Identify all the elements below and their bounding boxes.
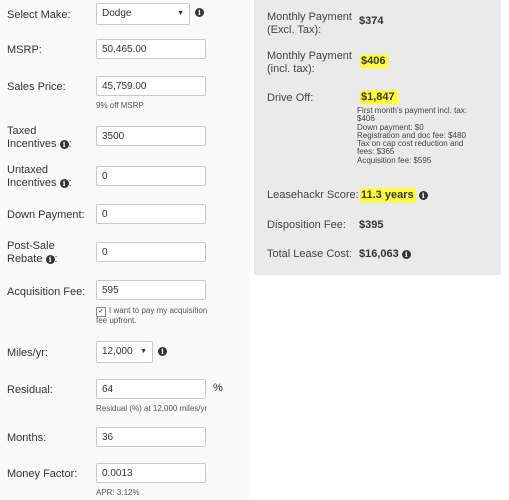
leasehackr-score-value: 11.3 years i xyxy=(359,188,428,202)
post-sale-rebate-label-line2: Rebate xyxy=(7,253,43,265)
info-circle-icon[interactable]: i xyxy=(59,139,69,149)
checkbox-label-line1: I want to pay my acquisition xyxy=(109,306,208,315)
months-label: Months: xyxy=(7,432,47,444)
drive-off-label: Drive Off: xyxy=(267,92,314,104)
monthly-excl-label: Monthly Payment (Excl. Tax): xyxy=(267,11,352,37)
caret-down-icon: ▼ xyxy=(177,10,184,17)
down-payment-label: Down Payment: xyxy=(7,209,85,221)
info-circle-icon[interactable]: i xyxy=(45,254,55,264)
breakdown-line: Acquisition fee: $595 xyxy=(357,155,432,165)
msrp-label: MSRP: xyxy=(7,44,42,56)
info-circle-icon[interactable]: i xyxy=(59,178,69,188)
monthly-excl-label-line1: Monthly Payment xyxy=(267,11,352,23)
disposition-fee-value: $395 xyxy=(359,219,384,231)
taxed-incentives-label-line2: Incentives xyxy=(7,138,57,150)
money-factor-label: Money Factor: xyxy=(7,468,78,480)
make-label: Select Make: xyxy=(7,9,71,21)
post-sale-rebate-label-line1: Post-Sale xyxy=(7,240,55,252)
total-lease-cost-label: Total Lease Cost: xyxy=(267,248,352,260)
make-select[interactable]: Dodge ▼ xyxy=(96,3,190,25)
info-circle-icon[interactable]: i xyxy=(158,347,167,356)
acquisition-fee-checkbox-label[interactable]: I want to pay my acquisition xyxy=(109,306,207,316)
monthly-excl-label-line2: (Excl. Tax): xyxy=(267,24,322,36)
caret-down-icon: ▼ xyxy=(140,348,147,355)
down-payment-input[interactable]: 0 xyxy=(96,204,206,224)
total-lease-cost-amount: $16,063 xyxy=(359,248,399,260)
acquisition-fee-label: Acquisition Fee: xyxy=(7,286,86,298)
checkmark-icon: ✓ xyxy=(98,308,104,315)
sales-price-label: Sales Price: xyxy=(7,81,66,93)
untaxed-incentives-label-line1: Untaxed xyxy=(7,164,48,176)
untaxed-incentives-input[interactable]: 0 xyxy=(96,166,206,186)
lease-form: Select Make: Dodge ▼ i MSRP: 50,465.00 S… xyxy=(0,0,250,500)
residual-label: Residual: xyxy=(7,384,53,396)
leasehackr-score-label: Leasehackr Score: xyxy=(267,189,359,201)
taxed-incentives-label-line1: Taxed xyxy=(7,125,37,137)
info-circle-icon[interactable]: i xyxy=(418,190,428,200)
monthly-incl-value: $406 xyxy=(359,54,388,68)
results-panel: Monthly Payment (Excl. Tax): $374 Monthl… xyxy=(254,0,501,275)
info-circle-icon[interactable]: i xyxy=(401,249,411,259)
info-circle-icon[interactable]: i xyxy=(195,8,204,17)
untaxed-incentives-label-line2: Incentives xyxy=(7,177,57,189)
total-lease-cost-value: $16,063 i xyxy=(359,248,411,261)
money-factor-note: APR: 3.12% xyxy=(96,488,140,497)
drive-off-highlight: $1,847 xyxy=(359,90,397,104)
miles-value: 12,000 xyxy=(102,346,133,357)
score-highlight: 11.3 years xyxy=(359,188,416,202)
monthly-incl-label-line1: Monthly Payment xyxy=(267,50,352,62)
residual-unit: % xyxy=(213,382,223,394)
residual-note: Residual (%) at 12,000 miles/yr xyxy=(96,404,208,413)
acquisition-fee-input[interactable]: 595 xyxy=(96,280,206,300)
acquisition-fee-checkbox-label-line2: fee upfront. xyxy=(96,316,137,325)
monthly-incl-highlight: $406 xyxy=(359,54,388,68)
monthly-incl-label-line2: (incl. tax): xyxy=(267,63,315,75)
residual-input[interactable]: 64 xyxy=(96,379,206,399)
money-factor-input[interactable]: 0.0013 xyxy=(96,463,206,483)
taxed-incentives-label: Taxed Incentives i: xyxy=(7,125,72,150)
monthly-excl-value: $374 xyxy=(359,15,384,27)
msrp-input[interactable]: 50,465.00 xyxy=(96,39,206,59)
post-sale-rebate-input[interactable]: 0 xyxy=(96,242,206,262)
taxed-incentives-input[interactable]: 3500 xyxy=(96,126,206,146)
months-input[interactable]: 36 xyxy=(96,427,206,447)
post-sale-rebate-label: Post-Sale Rebate i: xyxy=(7,240,58,266)
drive-off-breakdown: First month's payment incl. tax: $406 Do… xyxy=(357,106,497,165)
post-sale-rebate-label-suffix: : xyxy=(54,253,58,265)
disposition-fee-label: Disposition Fee: xyxy=(267,219,346,231)
monthly-incl-label: Monthly Payment (incl. tax): xyxy=(267,50,352,76)
sales-price-note: 9% off MSRP xyxy=(96,101,144,110)
untaxed-incentives-label: Untaxed Incentives i: xyxy=(7,164,72,189)
miles-label: Miles/yr: xyxy=(7,347,48,359)
sales-price-input[interactable]: 45,759.00 xyxy=(96,76,206,96)
make-value: Dodge xyxy=(102,8,132,19)
drive-off-value: $1,847 xyxy=(359,90,397,104)
miles-select[interactable]: 12,000 ▼ xyxy=(96,341,153,363)
breakdown-line: First month's payment incl. tax: xyxy=(357,106,468,115)
